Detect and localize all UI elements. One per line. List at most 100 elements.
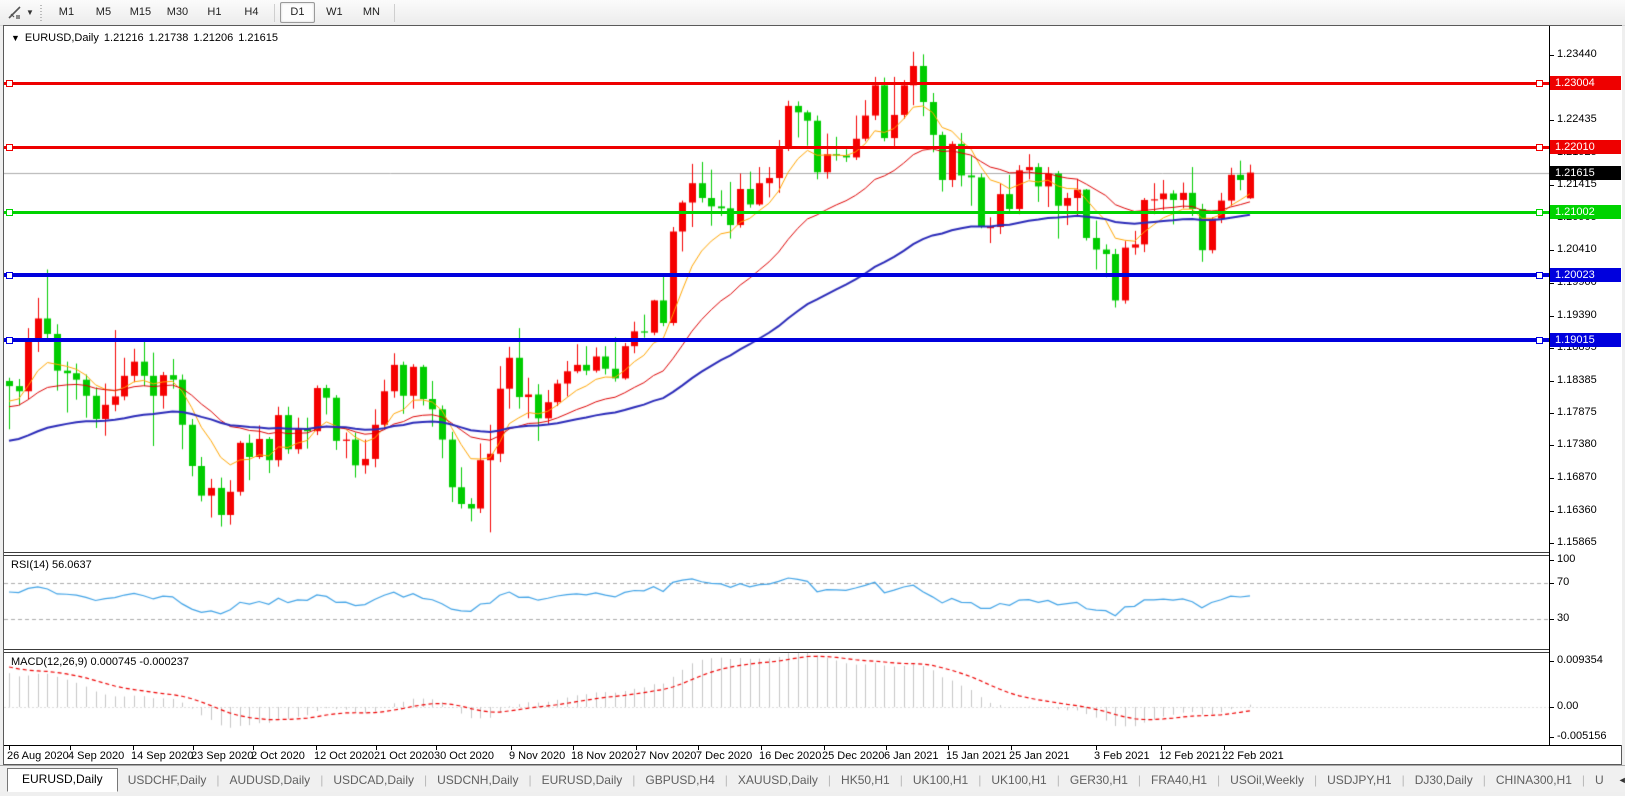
chart-tab-xauusd-daily[interactable]: XAUUSD,Daily xyxy=(728,770,828,792)
symbol-dropdown-icon[interactable]: ▼ xyxy=(11,33,20,43)
sr-price-tag: 1.23004 xyxy=(1550,76,1621,90)
sr-price-tag: 1.20023 xyxy=(1550,268,1621,282)
axis-tick-mark xyxy=(1550,445,1554,446)
horizontal-line-1.20023[interactable] xyxy=(4,273,1549,277)
line-handle[interactable] xyxy=(6,272,13,279)
axis-tick-mark xyxy=(1550,348,1554,349)
price-tick-label: 1.20410 xyxy=(1557,243,1597,255)
line-handle[interactable] xyxy=(6,337,13,344)
line-handle[interactable] xyxy=(6,209,13,216)
timeframe-button-h4[interactable]: H4 xyxy=(234,2,269,23)
line-handle[interactable] xyxy=(1536,144,1543,151)
chart-symbol: EURUSD,Daily xyxy=(25,32,99,44)
timeframe-button-w1[interactable]: W1 xyxy=(317,2,352,23)
line-handle[interactable] xyxy=(6,80,13,87)
sr-price-tag: 1.19015 xyxy=(1550,333,1621,347)
chart-tab-dj30-daily[interactable]: DJ30,Daily xyxy=(1405,770,1483,792)
ohlc-open: 1.21216 xyxy=(104,32,144,44)
chart-tabs-bar: EURUSD,DailyUSDCHF,Daily|AUDUSD,Daily|US… xyxy=(0,765,1625,792)
price-tick-label: 1.17875 xyxy=(1557,406,1597,418)
date-label: 22 Feb 2021 xyxy=(1222,750,1284,762)
timeframe-button-mn[interactable]: MN xyxy=(354,2,389,23)
line-handle[interactable] xyxy=(1536,337,1543,344)
chart-tab-eurusd-daily[interactable]: EURUSD,Daily xyxy=(7,768,118,792)
axis-tick-mark xyxy=(1550,543,1554,544)
macd-label: MACD(12,26,9) 0.000745 -0.000237 xyxy=(11,656,189,668)
date-label: 9 Nov 2020 xyxy=(509,750,565,762)
line-handle[interactable] xyxy=(1536,209,1543,216)
toolbar-grip[interactable] xyxy=(40,5,42,21)
horizontal-line-1.19015[interactable] xyxy=(4,338,1549,342)
line-handle[interactable] xyxy=(6,144,13,151)
axis-tick-mark xyxy=(1550,707,1554,708)
pane-splitter-rsi[interactable] xyxy=(4,552,1549,556)
macd-tick-label: 0.009354 xyxy=(1557,654,1603,666)
tab-scroll-left-icon[interactable]: ◄ xyxy=(1614,775,1625,792)
chart-tab-hk50-h1[interactable]: HK50,H1 xyxy=(831,770,900,792)
line-handle[interactable] xyxy=(1536,80,1543,87)
axis-tick-mark xyxy=(1550,478,1554,479)
chart-tab-eurusd-daily[interactable]: EURUSD,Daily xyxy=(532,770,633,792)
timeframe-button-d1[interactable]: D1 xyxy=(280,2,315,23)
date-label: 18 Nov 2020 xyxy=(571,750,633,762)
chart-tab-gbpusd-h4[interactable]: GBPUSD,H4 xyxy=(635,770,724,792)
chart-tab-u[interactable]: U xyxy=(1585,770,1614,792)
date-axis: 26 Aug 20204 Sep 202014 Sep 202023 Sep 2… xyxy=(4,745,1621,764)
date-label: 21 Oct 2020 xyxy=(374,750,434,762)
chart-tab-usdchf-daily[interactable]: USDCHF,Daily xyxy=(118,770,217,792)
ohlc-close: 1.21615 xyxy=(238,32,278,44)
axis-tick-mark xyxy=(1550,661,1554,662)
ohlc-high: 1.21738 xyxy=(149,32,189,44)
price-tick-label: 1.17380 xyxy=(1557,438,1597,450)
price-chart-canvas[interactable] xyxy=(4,26,1549,764)
axis-tick-mark xyxy=(1550,120,1554,121)
chart-tab-ger30-h1[interactable]: GER30,H1 xyxy=(1060,770,1138,792)
price-tick-label: 1.15865 xyxy=(1557,536,1597,548)
date-label: 30 Oct 2020 xyxy=(434,750,494,762)
chart-tab-usoil-weekly[interactable]: USOil,Weekly xyxy=(1220,770,1314,792)
macd-tick-label: -0.005156 xyxy=(1557,730,1607,742)
axis-tick-mark xyxy=(1550,583,1554,584)
chart-tab-usdcad-daily[interactable]: USDCAD,Daily xyxy=(323,770,424,792)
timeframe-button-h1[interactable]: H1 xyxy=(197,2,232,23)
date-label: 7 Dec 2020 xyxy=(696,750,752,762)
date-label: 16 Dec 2020 xyxy=(759,750,821,762)
chart-tab-audusd-daily[interactable]: AUDUSD,Daily xyxy=(220,770,321,792)
price-tick-label: 1.19390 xyxy=(1557,309,1597,321)
timeframe-button-m15[interactable]: M15 xyxy=(123,2,158,23)
chart-tab-china300-h1[interactable]: CHINA300,H1 xyxy=(1486,770,1582,792)
timeframe-button-m5[interactable]: M5 xyxy=(86,2,121,23)
axis-tick-mark xyxy=(1550,250,1554,251)
pane-splitter-macd[interactable] xyxy=(4,649,1549,653)
chart-tab-usdjpy-h1[interactable]: USDJPY,H1 xyxy=(1317,770,1401,792)
date-label: 6 Jan 2021 xyxy=(884,750,938,762)
current-price-tag: 1.21615 xyxy=(1550,166,1621,180)
axis-tick-mark xyxy=(1550,737,1554,738)
ohlc-low: 1.21206 xyxy=(193,32,233,44)
rsi-tick-label: 100 xyxy=(1557,553,1575,565)
chart-tab-uk100-h1[interactable]: UK100,H1 xyxy=(981,770,1056,792)
axis-tick-mark xyxy=(1550,381,1554,382)
tool-dropdown-caret-icon[interactable]: ▼ xyxy=(26,8,34,17)
trendline-cursor-icon[interactable] xyxy=(5,4,25,22)
axis-tick-mark xyxy=(1550,511,1554,512)
chart-tab-uk100-h1[interactable]: UK100,H1 xyxy=(903,770,978,792)
chart-tab-fra40-h1[interactable]: FRA40,H1 xyxy=(1141,770,1217,792)
date-label: 14 Sep 2020 xyxy=(131,750,193,762)
date-label: 12 Oct 2020 xyxy=(314,750,374,762)
horizontal-line-1.23004[interactable] xyxy=(4,82,1549,85)
price-tick-label: 1.22435 xyxy=(1557,113,1597,125)
axis-tick-mark xyxy=(1550,185,1554,186)
timeframe-button-m1[interactable]: M1 xyxy=(49,2,84,23)
date-label: 2 Oct 2020 xyxy=(251,750,305,762)
horizontal-line-1.21002[interactable] xyxy=(4,211,1549,214)
chart-tab-usdcnh-daily[interactable]: USDCNH,Daily xyxy=(427,770,528,792)
timeframe-button-m30[interactable]: M30 xyxy=(160,2,195,23)
axis-tick-mark xyxy=(1550,560,1554,561)
date-label: 25 Jan 2021 xyxy=(1009,750,1070,762)
axis-tick-mark xyxy=(1550,413,1554,414)
chart-window: ▼ EURUSD,Daily 1.21216 1.21738 1.21206 1.2161… xyxy=(3,25,1622,765)
line-handle[interactable] xyxy=(1536,272,1543,279)
horizontal-line-1.22010[interactable] xyxy=(4,146,1549,149)
date-label: 25 Dec 2020 xyxy=(822,750,884,762)
